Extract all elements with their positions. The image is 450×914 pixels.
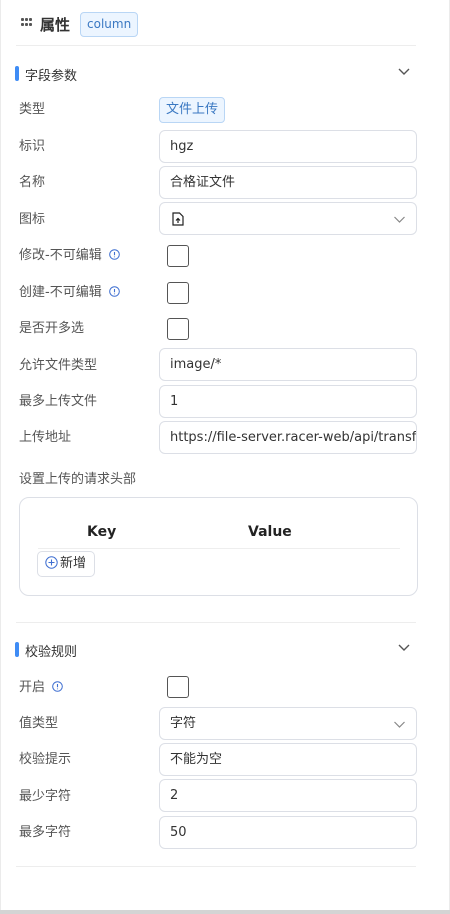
create-readonly-checkbox[interactable] [167,282,189,304]
properties-panel: 属性 column 字段参数 类型 文件上传 标识 hgz 名称 合格证文件 图… [0,0,450,910]
edit-readonly-checkbox[interactable] [167,245,189,267]
upload-url-input[interactable]: https://file-server.racer-web/api/transf… [159,421,417,454]
enable-label: 开启 [19,679,63,697]
section-field-params[interactable]: 字段参数 [15,60,415,86]
min-chars-label: 最少字符 [19,789,72,804]
section-accent-bar [15,642,19,657]
id-input[interactable]: hgz [159,130,417,163]
info-icon[interactable] [109,249,120,260]
max-files-label: 最多上传文件 [19,394,98,409]
request-headers-label: 设置上传的请求头部 [19,472,137,487]
max-chars-input[interactable]: 50 [159,816,417,849]
value-type-label: 值类型 [19,716,59,731]
create-readonly-text: 创建-不可编辑 [19,285,102,300]
info-icon[interactable] [52,681,63,692]
id-label: 标识 [19,139,46,154]
section-title: 字段参数 [25,69,78,84]
multiple-label: 是否开多选 [19,321,85,336]
chevron-down-icon [394,216,405,223]
add-header-button[interactable]: 新增 [37,551,96,577]
edit-readonly-text: 修改-不可编辑 [19,248,102,263]
max-files-input[interactable]: 1 [159,385,417,418]
add-header-label: 新增 [60,556,87,571]
type-tag: 文件上传 [159,97,226,123]
panel-title: 属性 [40,16,71,34]
plus-circle-icon [45,556,58,569]
min-chars-input[interactable]: 2 [159,779,417,812]
hint-input[interactable]: 不能为空 [159,743,417,776]
name-label: 名称 [19,175,46,190]
table-header-divider [38,548,400,549]
icon-select[interactable] [159,202,417,235]
panel-bottom-border [0,910,450,914]
chevron-down-icon [394,721,405,728]
column-header-key: Key [87,524,117,540]
multiple-checkbox[interactable] [167,318,189,340]
request-headers-table: Key Value 新增 [19,497,418,596]
create-readonly-label: 创建-不可编辑 [19,284,120,302]
name-input[interactable]: 合格证文件 [159,166,417,199]
drag-handle-icon[interactable] [21,17,33,29]
component-type-tag: column [80,12,139,37]
enable-checkbox[interactable] [167,676,189,698]
bottom-divider [16,866,416,867]
chevron-down-icon[interactable] [397,640,411,654]
max-chars-label: 最多字符 [19,825,72,840]
column-header-value: Value [248,524,292,540]
chevron-down-icon[interactable] [397,64,411,78]
edit-readonly-label: 修改-不可编辑 [19,247,120,265]
enable-text: 开启 [19,680,46,695]
section-validation[interactable]: 校验规则 [15,636,415,662]
hint-label: 校验提示 [19,752,72,767]
panel-header: 属性 column [1,0,450,46]
info-icon[interactable] [109,286,120,297]
section-divider [16,622,416,623]
value-type-select[interactable]: 字符 [159,707,417,740]
icon-label: 图标 [19,212,46,227]
value-type-selected: 字符 [170,716,197,731]
section-title: 校验规则 [25,645,78,660]
file-types-label: 允许文件类型 [19,358,98,373]
upload-url-label: 上传地址 [19,430,72,445]
header-divider [16,45,416,46]
type-label: 类型 [19,102,46,117]
file-upload-icon [172,212,184,226]
section-accent-bar [15,66,19,81]
file-types-input[interactable]: image/* [159,348,417,381]
